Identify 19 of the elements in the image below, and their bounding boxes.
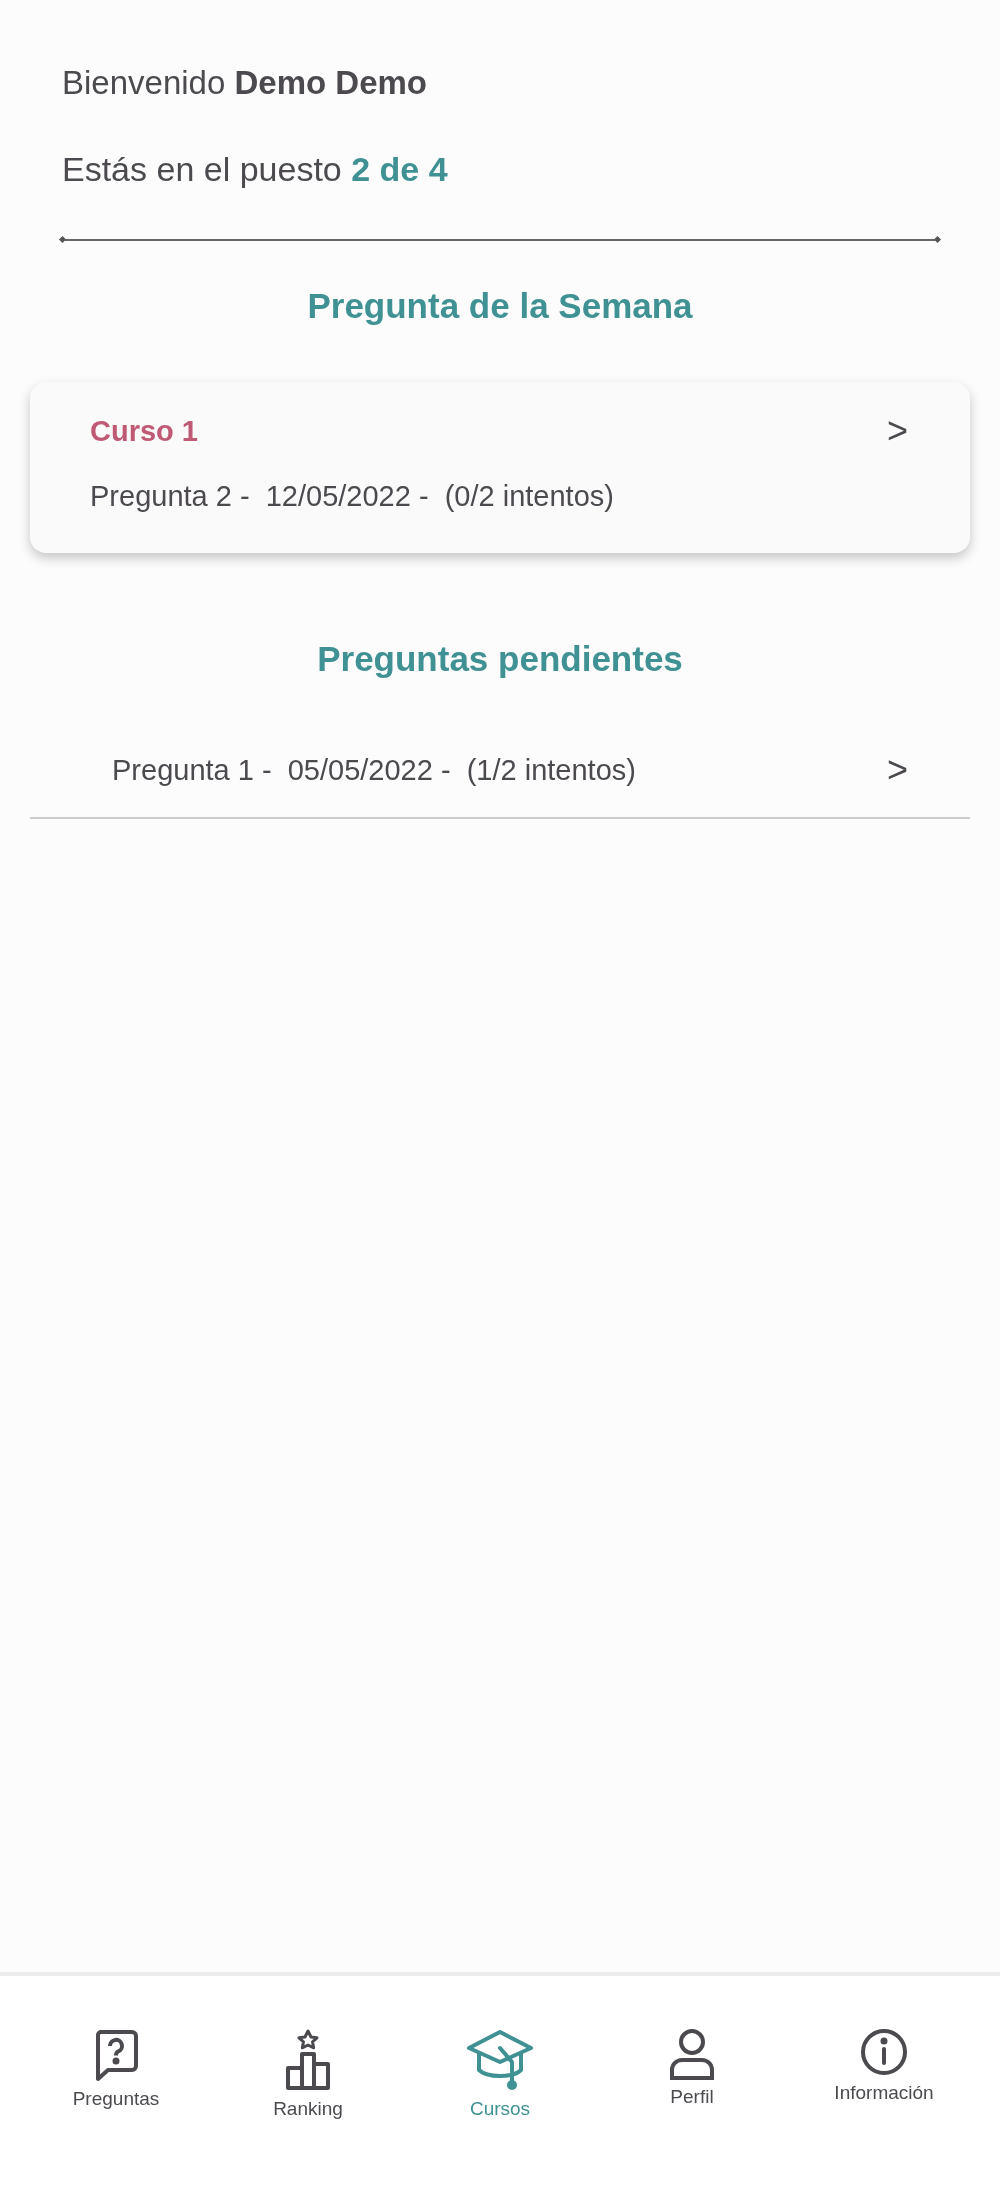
chevron-icon: >	[886, 749, 908, 791]
person-icon	[669, 2028, 715, 2080]
graduation-cap-icon	[465, 2028, 535, 2092]
nav-tab[interactable]: Ranking	[228, 2028, 388, 2120]
nav-tab[interactable]: Cursos	[420, 2028, 580, 2120]
question-card[interactable]: Curso 1 > Pregunta 2 - 12/05/2022 - (0/2 intentos)	[30, 382, 970, 553]
podium-icon	[284, 2028, 332, 2092]
nav-tab[interactable]: Preguntas	[36, 2028, 196, 2110]
nav-tab[interactable]: Información	[804, 2028, 964, 2104]
section-heading: Pregunta de la Semana	[306, 286, 694, 326]
chevron-icon: >	[886, 410, 908, 452]
welcome-text: Bienvenido Demo Demo	[61, 63, 428, 102]
info-icon	[860, 2028, 908, 2076]
section-heading: Preguntas pendientes	[316, 639, 684, 679]
pending-question[interactable]: Pregunta 1 - 05/05/2022 - (1/2 intentos)	[112, 753, 636, 787]
course-title: Curso 1	[90, 414, 198, 448]
question-text: Pregunta 2 - 12/05/2022 - (0/2 intentos)	[90, 480, 615, 513]
rank-text: Estás en el puesto 2 de 4	[61, 149, 449, 189]
nav-tab[interactable]: Perfil	[612, 2028, 772, 2108]
